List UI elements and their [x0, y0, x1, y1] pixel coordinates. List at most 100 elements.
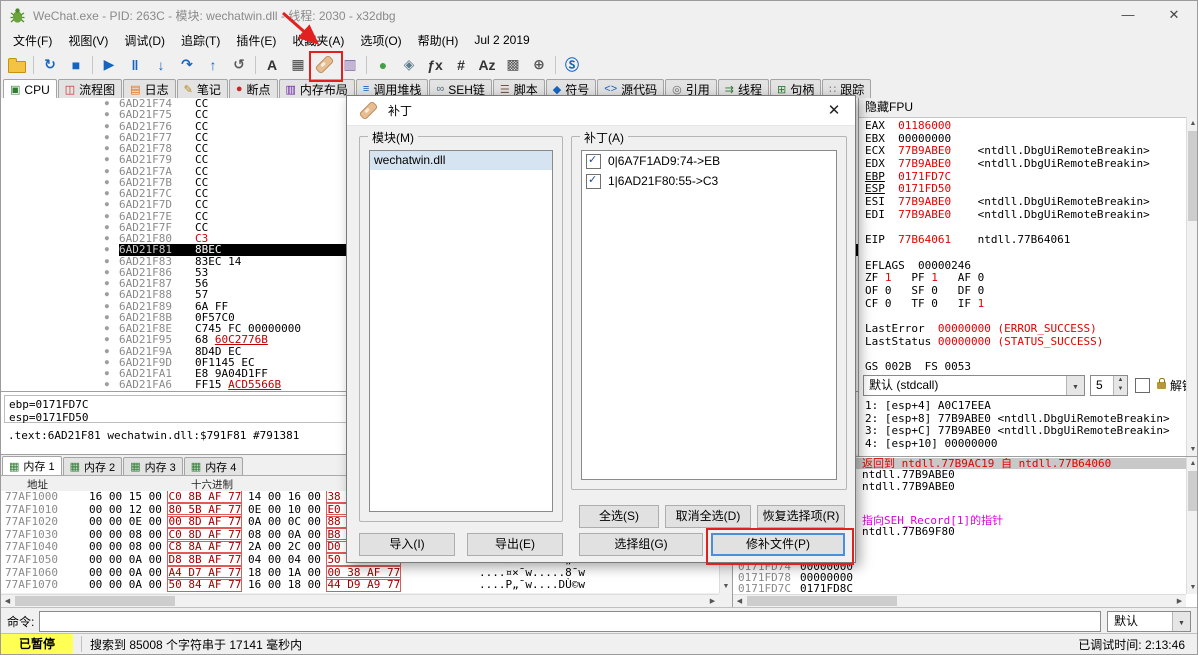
deselect-all-button[interactable]: 取消全选(D) [665, 505, 751, 528]
settings-button[interactable]: ⊕ [527, 53, 551, 76]
scroll-up-icon[interactable] [1187, 457, 1197, 470]
patch-dialog-titlebar[interactable]: 补丁 ✕ [347, 96, 855, 126]
registers-vertical-scrollbar[interactable] [1186, 117, 1197, 456]
strings-button[interactable]: Az [475, 53, 499, 76]
convention-dropdown[interactable]: 默认 (stdcall) [863, 375, 1085, 396]
function-button[interactable]: ƒx [423, 53, 447, 76]
argument-line[interactable]: 4: [esp+10] 00000000 [865, 437, 1170, 451]
patch-item[interactable]: 0|6A7F1AD9:74->EB [582, 151, 836, 171]
stack-vertical-scrollbar[interactable] [1186, 457, 1197, 594]
dump-tab-1[interactable]: ▦ 内存 1 [2, 456, 62, 475]
unlock-checkbox[interactable] [1135, 378, 1150, 393]
address-link[interactable]: ACD5566B [228, 378, 281, 391]
tab-log[interactable]: ▤ 日志 [123, 79, 176, 98]
trace-record-button[interactable]: ● [371, 53, 395, 76]
chevron-down-icon[interactable] [1066, 376, 1084, 395]
spinner-arrows-icon[interactable]: ▲ ▼ [1113, 376, 1127, 395]
select-group-button[interactable]: 选择组(G) [579, 533, 703, 556]
hide-fpu-button[interactable]: 隐藏FPU [859, 98, 1197, 118]
disasm-gutter: ● [1, 154, 119, 166]
menu-item-favourites[interactable]: 收藏夹(A) [284, 29, 352, 52]
scroll-down-icon[interactable] [720, 580, 732, 593]
command-profile-dropdown[interactable]: 默认 [1107, 610, 1191, 632]
dump-tab-2[interactable]: ▦ 内存 2 [62, 457, 123, 475]
scrollbar-thumb[interactable] [747, 596, 897, 606]
dump-horizontal-scrollbar[interactable] [1, 594, 719, 607]
stack-row[interactable]: 0171FD7C 0171FD8C [733, 583, 1186, 594]
export-button[interactable]: 导出(E) [467, 533, 563, 556]
pointer-bytes: C0 8B AF 77 [168, 491, 242, 503]
dump-tab-3[interactable]: ▦ 内存 3 [123, 457, 183, 475]
shield-button[interactable]: ◈ [397, 53, 421, 76]
scrollbar-thumb[interactable] [1188, 131, 1197, 221]
tab-graph[interactable]: ◫ 流程图 [57, 79, 123, 98]
tab-memory-map[interactable]: ▥ 内存布局 [278, 79, 355, 98]
patch-checkbox[interactable] [586, 173, 601, 189]
restart-button[interactable]: ↻ [38, 53, 62, 76]
scroll-up-icon[interactable] [1187, 117, 1197, 130]
patch-button[interactable] [312, 53, 336, 76]
scroll-left-icon[interactable] [733, 595, 746, 607]
step-back-button[interactable]: ↺ [227, 53, 251, 76]
dump-tab-4[interactable]: ▦ 内存 4 [183, 457, 244, 475]
log-window-button[interactable]: ▦ [286, 53, 310, 76]
tab-breakpoints[interactable]: ● 断点 [228, 79, 278, 98]
help-sos-button[interactable]: Ⓢ [560, 53, 584, 76]
patch-file-button[interactable]: 修补文件(P) [711, 533, 845, 556]
scroll-left-icon[interactable] [1, 595, 14, 607]
log-icon: ▤ [130, 83, 141, 96]
open-file-button[interactable] [5, 53, 29, 76]
module-list[interactable]: wechatwin.dll [369, 150, 553, 512]
menu-item-view[interactable]: 视图(V) [60, 29, 116, 52]
arg-count-stepper[interactable]: 5 ▲ ▼ [1090, 375, 1128, 396]
scroll-down-icon[interactable] [1187, 443, 1197, 456]
scroll-right-icon[interactable] [1173, 595, 1186, 607]
menu-item-plugins[interactable]: 插件(E) [228, 29, 284, 52]
stack-horizontal-scrollbar[interactable] [733, 594, 1186, 607]
scroll-down-icon[interactable] [1187, 581, 1197, 594]
tab-cpu[interactable]: ▣ CPU [3, 79, 57, 99]
register-line[interactable]: EIP 77B64061 ntdll.77B64061 [865, 233, 1185, 247]
minimize-button[interactable]: — [1105, 1, 1151, 29]
dialog-close-button[interactable]: ✕ [813, 96, 855, 125]
register-line[interactable]: GS 002B FS 0053 [865, 360, 1185, 374]
chevron-down-icon[interactable] [1172, 611, 1190, 631]
menu-item-help[interactable]: 帮助(H) [410, 29, 467, 52]
scroll-right-icon[interactable] [706, 595, 719, 607]
stop-button[interactable]: ■ [64, 53, 88, 76]
menu-item-trace[interactable]: 追踪(T) [173, 29, 228, 52]
menu-item-options[interactable]: 选项(O) [352, 29, 409, 52]
select-all-button[interactable]: 全选(S) [579, 505, 659, 528]
run-button[interactable]: ▶ [97, 53, 121, 76]
calculator-button[interactable]: ▩ [501, 53, 525, 76]
memory-map-button[interactable]: ▥ [338, 53, 362, 76]
breakpoint-dot-icon: ● [104, 290, 109, 299]
dump-row[interactable]: 77AF1070 00 00 0A 00 50 84 AF 77 16 00 18… [1, 578, 719, 592]
register-line[interactable]: LastStatus 00000000 (STATUS_SUCCESS) [865, 335, 1185, 349]
step-over-button[interactable]: ↷ [175, 53, 199, 76]
register-segment: 0 [931, 296, 938, 310]
hash-button[interactable]: # [449, 53, 473, 76]
patch-item[interactable]: 1|6AD21F80:55->C3 [582, 171, 836, 191]
close-button[interactable]: ✕ [1151, 1, 1197, 29]
command-input[interactable] [39, 610, 1101, 632]
register-line[interactable]: CF 0 TF 0 IF 1 [865, 296, 1185, 311]
restore-selected-button[interactable]: 恢复选择项(R) [757, 505, 845, 528]
menu-item-file[interactable]: 文件(F) [5, 29, 60, 52]
patch-checkbox[interactable] [586, 153, 601, 169]
tab-notes[interactable]: ✎ 笔记 [176, 79, 228, 98]
pause-button[interactable]: ‖ [123, 53, 147, 76]
run-to-return-button[interactable]: ↑ [201, 53, 225, 76]
module-item[interactable]: wechatwin.dll [370, 151, 552, 170]
menu-item-plugin-date[interactable]: Jul 2 2019 [466, 30, 537, 50]
scrollbar-thumb[interactable] [15, 596, 175, 606]
patch-list[interactable]: 0|6A7F1AD9:74->EB 1|6AD21F80:55->C3 [581, 150, 837, 480]
argument-line[interactable]: 1: [esp+4] A0C17EEA [865, 399, 1170, 413]
scrollbar-thumb[interactable] [1188, 471, 1197, 511]
assemble-button[interactable]: A [260, 53, 284, 76]
settings-icon: ⊕ [533, 56, 545, 72]
register-line[interactable]: EDI 77B9ABE0 <ntdll.DbgUiRemoteBreakin> [865, 208, 1185, 222]
import-button[interactable]: 导入(I) [359, 533, 455, 556]
menu-item-debug[interactable]: 调试(D) [116, 29, 173, 52]
step-into-button[interactable]: ↓ [149, 53, 173, 76]
